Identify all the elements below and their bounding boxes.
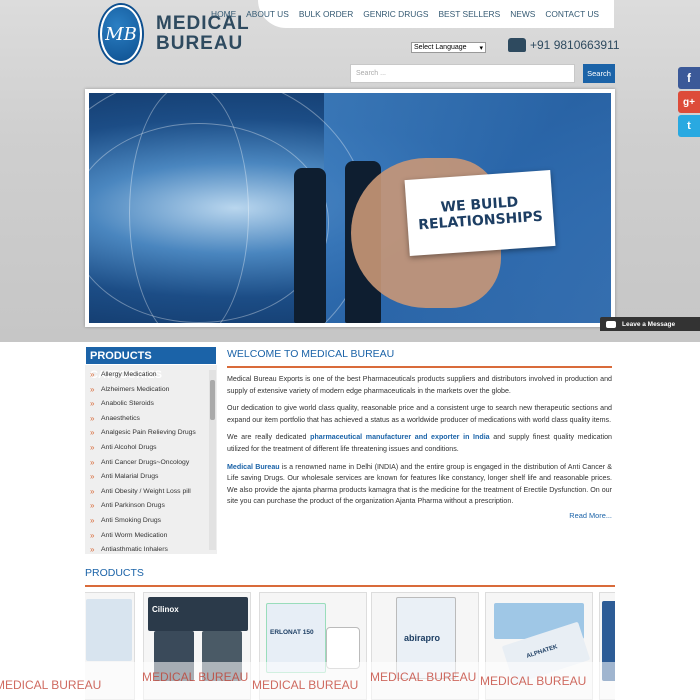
welcome-paragraph-2: Our dedication to give world class quali… [227, 404, 612, 424]
category-item[interactable]: Anti Smoking Drugs [85, 514, 217, 529]
product-categories: PRODUCTS CATEGORIES Allergy Medication A… [85, 346, 217, 554]
category-item[interactable]: Anti Parkinson Drugs [85, 499, 217, 514]
nav-bulk-order[interactable]: BULK ORDER [294, 9, 358, 19]
twitter-icon[interactable]: t [678, 115, 700, 137]
watermark-text: MEDICAL BUREAU [480, 674, 587, 688]
welcome-paragraph-4: Medical Bureau is a renowned name in Del… [227, 462, 612, 508]
category-item[interactable]: Alzheimers Medication [85, 383, 217, 398]
leave-message-button[interactable]: Leave a Message [600, 317, 700, 331]
hero-card-line-2: RELATIONSHIPS [417, 208, 544, 234]
watermark-text: MEDICAL BUREAU [142, 670, 249, 684]
leave-message-label: Leave a Message [622, 320, 676, 328]
products-title: PRODUCTS [85, 567, 615, 587]
phone-number: +91 9810663911 [530, 38, 620, 52]
welcome-title: WELCOME TO MEDICAL BUREAU [227, 348, 612, 368]
social-links: f g+ t [678, 67, 700, 139]
google-plus-icon[interactable]: g+ [678, 91, 700, 113]
globe-meridian [129, 93, 249, 323]
product-label: Cilinox [152, 605, 179, 614]
hero-card: WE BUILD RELATIONSHIPS [404, 170, 556, 256]
search-input[interactable]: Search ... [350, 64, 575, 83]
hero-image: WE BUILD RELATIONSHIPS [89, 93, 611, 323]
product-label: abirapro [404, 633, 441, 643]
category-item[interactable]: Anti Obesity / Weight Loss pill [85, 485, 217, 500]
product-label: ERLONAT 150 [270, 629, 314, 636]
manufacturer-link[interactable]: pharmaceutical manufacturer and exporter… [310, 433, 490, 441]
nav-about-us[interactable]: ABOUT US [241, 9, 294, 19]
phone-contact: +91 9810663911 [508, 38, 620, 52]
main-nav: HOME ABOUT US BULK ORDER GENRIC DRUGS BE… [211, 0, 614, 28]
chat-icon [606, 320, 616, 328]
nav-generic-drugs[interactable]: GENRIC DRUGS [358, 9, 433, 19]
logo-badge: MB [100, 5, 142, 63]
product-box [86, 599, 132, 661]
category-item[interactable]: Antiasthmatic Inhalers [85, 543, 217, 552]
language-select-value: Select Language [414, 44, 467, 51]
welcome-section: WELCOME TO MEDICAL BUREAU Medical Bureau… [227, 348, 612, 520]
category-item[interactable]: Anti Alcohol Drugs [85, 441, 217, 456]
category-item[interactable]: Anabolic Steroids [85, 397, 217, 412]
category-item[interactable]: Anti Worm Medication [85, 529, 217, 544]
logo-text: MEDICAL BUREAU [156, 14, 250, 54]
search-button[interactable]: Search [583, 64, 615, 83]
hero-banner[interactable]: WE BUILD RELATIONSHIPS [85, 89, 615, 327]
language-select[interactable]: Select Language ▾ [411, 42, 486, 53]
paragraph-text: We are really dedicated [227, 433, 311, 442]
chevron-down-icon: ▾ [479, 44, 483, 52]
nav-news[interactable]: NEWS [505, 9, 540, 19]
welcome-paragraph-3: We are really dedicated pharmaceutical m… [227, 432, 612, 455]
facebook-icon[interactable]: f [678, 67, 700, 89]
nav-best-sellers[interactable]: BEST SELLERS [433, 9, 505, 19]
category-list: Allergy Medication Alzheimers Medication… [85, 365, 217, 552]
category-item[interactable]: Allergy Medication [85, 368, 217, 383]
paragraph-text: is a renowned name in Delhi (INDIA) and … [227, 462, 613, 506]
product-box [148, 597, 248, 631]
read-more-link[interactable]: Read More... [227, 511, 612, 520]
businessman-silhouette-left [294, 168, 326, 323]
category-item[interactable]: Anti Malarial Drugs [85, 470, 217, 485]
logo-line-2: BUREAU [156, 33, 244, 54]
watermark-text: MEDICAL BUREAU [252, 678, 359, 692]
scrollbar-thumb[interactable] [210, 380, 215, 420]
welcome-paragraph-1: Medical Bureau Exports is one of the bes… [227, 375, 612, 395]
telephone-icon [508, 38, 526, 52]
categories-title: PRODUCTS CATEGORIES [85, 346, 217, 381]
watermark-text: MEDICAL BUREAU [0, 678, 102, 692]
nav-home[interactable]: HOME [206, 9, 241, 19]
category-scrollbar[interactable] [209, 370, 216, 550]
watermark-overlay: MEDICAL BUREAU MEDICAL BUREAU MEDICAL BU… [0, 662, 700, 700]
category-item[interactable]: Anaesthetics [85, 412, 217, 427]
category-item[interactable]: Analgesic Pain Relieving Drugs [85, 426, 217, 441]
medical-bureau-link[interactable]: Medical Bureau [227, 463, 280, 471]
nav-contact-us[interactable]: CONTACT US [540, 9, 604, 19]
category-item[interactable]: Anti Cancer Drugs~Oncology [85, 456, 217, 471]
watermark-text: MEDICAL BUREAU [370, 670, 477, 684]
